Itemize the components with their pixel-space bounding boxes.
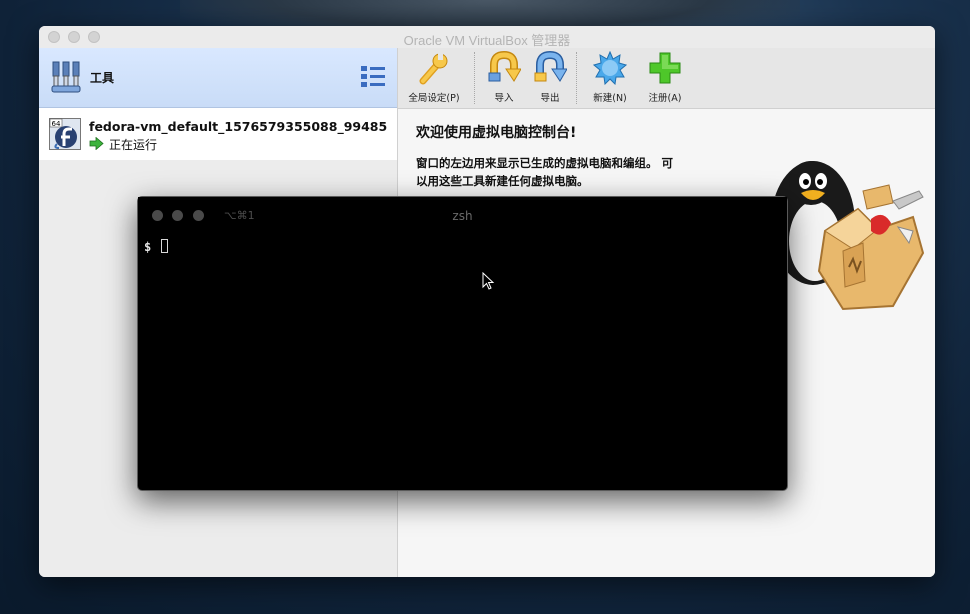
tools-item[interactable]: 工具 — [39, 48, 397, 108]
terminal-title: zsh — [452, 209, 473, 223]
svg-text:64: 64 — [52, 120, 61, 128]
main-toolbar: 全局设定(P) 导入 导出 新建(N) 注册(A) — [398, 48, 935, 109]
import-button[interactable]: 导入 — [482, 48, 526, 108]
register-button[interactable]: 注册(A) — [640, 48, 690, 108]
new-starburst-icon — [593, 51, 627, 85]
tools-menu-icon[interactable] — [360, 65, 386, 89]
import-label: 导入 — [494, 93, 514, 104]
vm-name: fedora-vm_default_1576579355088_99485 — [89, 119, 388, 134]
mouse-pointer-icon — [482, 272, 495, 290]
toolbar-separator — [474, 52, 475, 104]
export-label: 导出 — [540, 93, 560, 104]
export-arrow-icon — [534, 51, 567, 82]
window-title: Oracle VM VirtualBox 管理器 — [403, 33, 571, 48]
terminal-titlebar[interactable]: ⌥⌘1 zsh — [138, 197, 787, 233]
toolbar-separator — [576, 52, 577, 104]
welcome-title: 欢迎使用虚拟电脑控制台! — [416, 125, 577, 141]
register-label: 注册(A) — [648, 93, 682, 104]
terminal-prompt: $ — [144, 240, 152, 254]
tools-label: 工具 — [90, 71, 115, 85]
register-plus-icon — [649, 52, 681, 84]
fedora-os-icon: 64 — [49, 118, 81, 150]
global-settings-button[interactable]: 全局设定(P) — [400, 48, 468, 108]
new-vm-button[interactable]: 新建(N) — [584, 48, 636, 108]
running-arrow-icon — [89, 137, 104, 150]
welcome-description: 窗口的左边用来显示已生成的虚拟电脑和编组。 可 以用这些工具新建任何虚拟电脑。 — [416, 154, 716, 190]
window-titlebar[interactable]: Oracle VM VirtualBox 管理器 — [39, 26, 935, 49]
import-arrow-icon — [488, 51, 521, 82]
vm-state: 正在运行 — [109, 138, 158, 152]
terminal-window[interactable]: ⌥⌘1 zsh $ — [137, 196, 788, 491]
export-button[interactable]: 导出 — [528, 48, 572, 108]
tools-icon — [51, 61, 81, 93]
terminal-cursor — [161, 239, 168, 253]
welcome-line-2: 以用这些工具新建任何虚拟电脑。 — [416, 174, 589, 188]
global-settings-label: 全局设定(P) — [408, 93, 460, 104]
vm-list-item[interactable]: 64 fedora-vm_default_1576579355088_99485… — [39, 108, 397, 160]
new-vm-label: 新建(N) — [593, 93, 627, 104]
wrench-icon — [419, 53, 448, 85]
welcome-line-1: 窗口的左边用来显示已生成的虚拟电脑和编组。 可 — [416, 156, 674, 170]
